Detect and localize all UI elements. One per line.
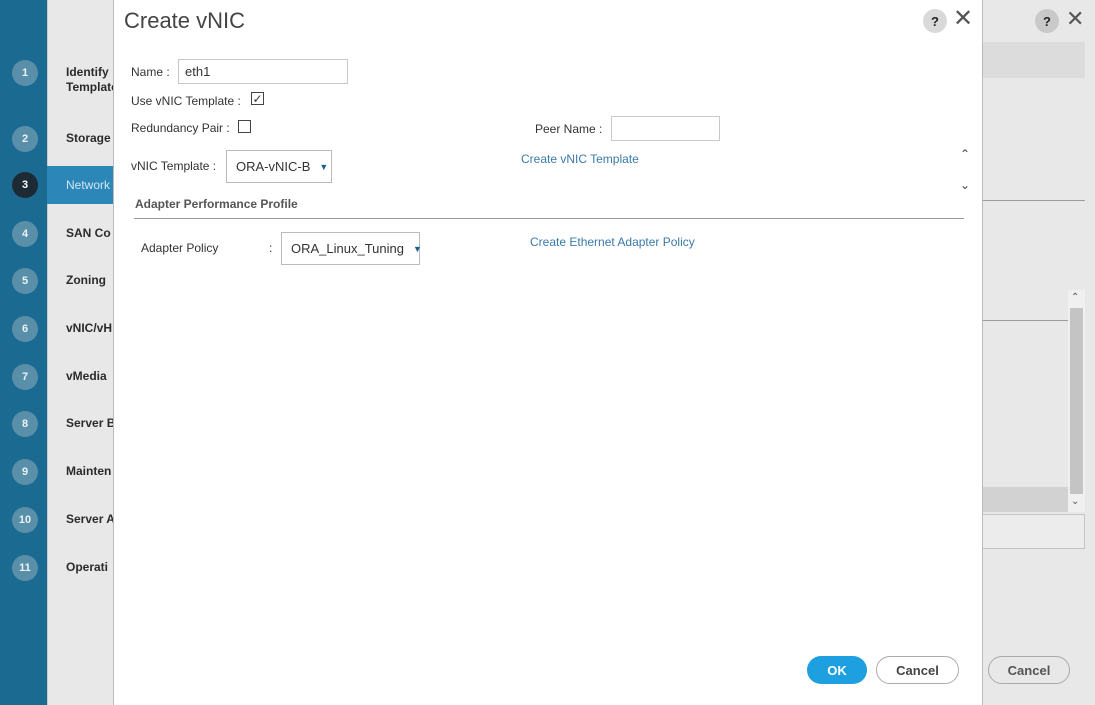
chevron-down-icon: ▼ — [412, 243, 422, 254]
peer-name-input[interactable] — [611, 116, 720, 141]
close-icon[interactable]: ✕ — [953, 5, 973, 33]
step-number: 5 — [12, 268, 38, 294]
background-table-row — [980, 487, 1068, 512]
dialog-title: Create vNIC — [124, 8, 246, 33]
adapter-policy-select[interactable]: ORA_Linux_Tuning ▼ — [281, 232, 422, 265]
wizard-step-8[interactable]: 8 Server B — [0, 411, 114, 459]
name-input[interactable] — [178, 59, 348, 84]
checkmark-icon: ✓ — [252, 91, 263, 106]
use-template-label: Use vNIC Template : — [131, 94, 241, 108]
step-label: SAN Co — [66, 226, 111, 240]
scroll-up-icon[interactable]: ⌃ — [1071, 292, 1079, 303]
name-label: Name : — [131, 65, 170, 79]
scroll-down-icon[interactable]: ⌄ — [960, 178, 970, 192]
background-box — [980, 514, 1085, 549]
wizard-help-button[interactable]: ? — [1035, 9, 1059, 33]
wizard-step-11[interactable]: 11 Operati — [0, 555, 113, 603]
step-label: Operati — [66, 560, 109, 574]
chevron-down-icon: ▼ — [319, 161, 329, 172]
ok-button[interactable]: OK — [807, 656, 867, 684]
step-label: vMedia — [66, 369, 107, 383]
peer-name-label: Peer Name : — [535, 122, 603, 136]
step-label: Server B — [66, 416, 114, 430]
help-button[interactable]: ? — [923, 9, 947, 33]
step-number: 9 — [12, 459, 38, 485]
section-divider — [134, 218, 964, 219]
wizard-step-7[interactable]: 7 vMedia — [0, 364, 113, 412]
background-divider — [980, 320, 1068, 321]
step-number: 10 — [12, 507, 38, 533]
use-template-checkbox[interactable]: ✓ — [251, 92, 264, 105]
redundancy-pair-checkbox[interactable] — [238, 120, 251, 133]
wizard-step-9[interactable]: 9 Mainten — [0, 459, 113, 507]
step-label: Server A — [66, 512, 114, 526]
adapter-policy-colon: : — [269, 241, 273, 255]
step-number: 4 — [12, 221, 38, 247]
wizard-step-6[interactable]: 6 vNIC/vH — [0, 316, 113, 364]
step-label: Identify Template — [66, 65, 114, 94]
background-scrollbar[interactable]: ⌃ ⌄ — [1068, 290, 1085, 512]
wizard-close-icon[interactable]: ✕ — [1066, 6, 1084, 32]
create-vnic-dialog: Create vNIC ? ✕ Name : Use vNIC Template… — [113, 0, 983, 705]
wizard-step-5[interactable]: 5 Zoning — [0, 268, 113, 316]
step-label: Zoning — [66, 273, 106, 287]
step-number: 7 — [12, 364, 38, 390]
step-number: 6 — [12, 316, 38, 342]
scroll-down-icon[interactable]: ⌄ — [1071, 496, 1079, 507]
wizard-cancel-button[interactable]: Cancel — [988, 656, 1070, 684]
adapter-policy-value: ORA_Linux_Tuning — [291, 241, 404, 256]
create-vnic-template-link[interactable]: Create vNIC Template — [521, 152, 639, 166]
wizard-step-3[interactable]: 3 — [0, 172, 113, 220]
wizard-step-1[interactable]: 1 Identify Template — [0, 60, 114, 108]
vnic-template-label: vNIC Template : — [131, 159, 217, 173]
create-adapter-policy-link[interactable]: Create Ethernet Adapter Policy — [530, 235, 695, 249]
cancel-button[interactable]: Cancel — [876, 656, 959, 684]
wizard-step-4[interactable]: 4 SAN Co — [0, 221, 113, 269]
step-label: vNIC/vH — [66, 321, 113, 335]
background-header-band — [980, 42, 1085, 78]
redundancy-pair-label: Redundancy Pair : — [131, 121, 230, 135]
wizard-step-10[interactable]: 10 Server A — [0, 507, 114, 555]
scrollbar-thumb[interactable] — [1070, 308, 1083, 494]
step-number: 3 — [12, 172, 38, 198]
vnic-template-select[interactable]: ORA-vNIC-B ▼ — [226, 150, 332, 183]
step-number: 11 — [12, 555, 38, 581]
step-number: 1 — [12, 60, 38, 86]
adapter-policy-label: Adapter Policy — [141, 241, 219, 255]
step-number: 2 — [12, 126, 38, 152]
section-title: Adapter Performance Profile — [135, 197, 298, 211]
step-number: 8 — [12, 411, 38, 437]
step-label: Storage — [66, 131, 111, 145]
step-label: Mainten — [66, 464, 112, 478]
background-divider — [980, 200, 1085, 201]
vnic-template-value: ORA-vNIC-B — [236, 159, 311, 174]
scroll-up-icon[interactable]: ⌃ — [960, 147, 970, 161]
